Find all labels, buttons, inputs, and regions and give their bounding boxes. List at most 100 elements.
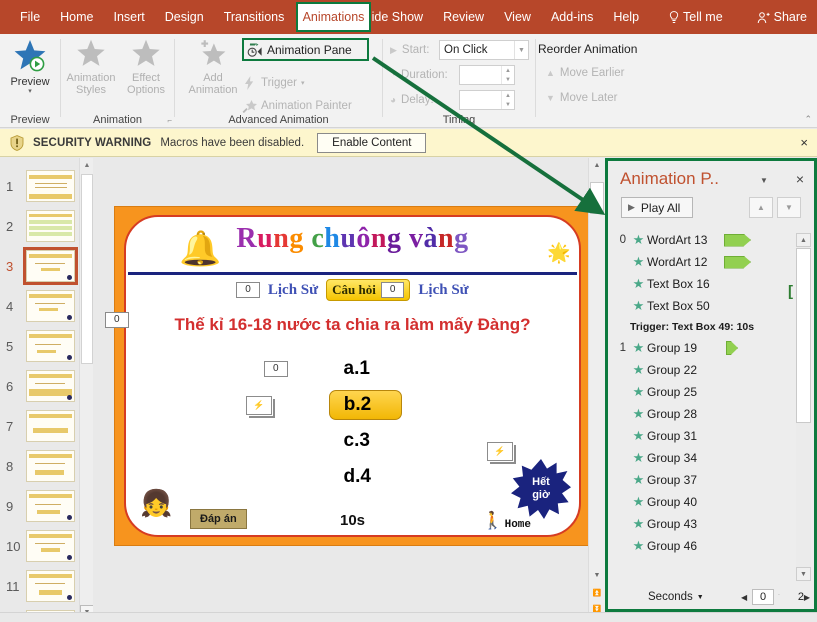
timeline-scroll-left-icon[interactable]: ◀ xyxy=(741,593,747,602)
thumbnail-scroll-up-icon[interactable]: ▲ xyxy=(80,158,94,173)
enable-content-button[interactable]: Enable Content xyxy=(317,133,426,153)
nav-label-left[interactable]: Lịch Sử xyxy=(268,282,318,299)
ribbon-tab-bar: File Home Insert Design Transitions Slid… xyxy=(0,0,817,34)
duration-spin-down-icon[interactable]: ▼ xyxy=(501,75,514,84)
animation-duration-bar[interactable] xyxy=(724,234,751,247)
thumbnail-item-2[interactable]: 2 xyxy=(6,210,75,242)
animation-move-down-button[interactable]: ▼ xyxy=(777,197,801,218)
animation-scroll-thumb[interactable] xyxy=(796,248,811,423)
delay-spinner[interactable]: ▲ ▼ xyxy=(459,90,515,110)
animation-list-item[interactable]: ★ WordArt 12 xyxy=(608,251,785,273)
animation-list-item[interactable]: ★ Group 37 xyxy=(608,469,785,491)
animation-list-scrollbar[interactable]: ▲ ▼ xyxy=(796,233,811,581)
option-a-counter[interactable]: 0 xyxy=(264,361,288,377)
animation-list-item[interactable]: ★ Group 40 xyxy=(608,491,785,513)
animation-list-item[interactable]: ★ Group 46 xyxy=(608,535,785,557)
start-chevron-down-icon[interactable]: ▼ xyxy=(514,41,528,59)
thumbnail-item-6[interactable]: 6 xyxy=(6,370,75,402)
nav-counter-left[interactable]: 0 xyxy=(236,282,260,298)
cauhoi-counter[interactable]: 0 xyxy=(381,282,405,298)
previous-slide-icon[interactable]: ⏫ xyxy=(589,586,605,600)
animation-duration-bar[interactable] xyxy=(726,341,738,355)
tab-animations[interactable]: Animations xyxy=(296,2,371,32)
option-b[interactable]: b.2 xyxy=(329,390,402,420)
move-earlier-button[interactable]: ▲ Move Earlier xyxy=(546,67,624,79)
animation-list[interactable]: 0 ★ WordArt 13 ★ WordArt 12 ★ Text Box 1… xyxy=(608,229,785,581)
animation-list-item[interactable]: ★ Group 43 xyxy=(608,513,785,535)
delay-spin-down-icon[interactable]: ▼ xyxy=(501,100,514,109)
animation-list-item[interactable]: ★ Group 25 xyxy=(608,381,785,403)
thumbnail-item-3[interactable]: 3 xyxy=(6,250,75,282)
cauhoi-badge[interactable]: Câu hỏi 0 xyxy=(326,279,410,301)
animation-list-item[interactable]: ★ Group 34 xyxy=(608,447,785,469)
delay-spin-up-icon[interactable]: ▲ xyxy=(501,91,514,100)
thumbnail-image xyxy=(26,450,75,482)
animation-scroll-down-icon[interactable]: ▼ xyxy=(796,567,811,581)
preview-button[interactable]: Preview ▾ xyxy=(0,38,60,95)
animation-dialog-launcher[interactable]: ⌐ xyxy=(167,116,172,125)
thumbnail-item-7[interactable]: 7 xyxy=(6,410,75,442)
animation-painter-button[interactable]: Animation Painter xyxy=(242,96,352,116)
thumbnail-item-11[interactable]: 11 xyxy=(6,570,75,602)
animation-list-item[interactable]: ★ Text Box 50 xyxy=(608,295,785,317)
add-animation-button[interactable]: Add Animation xyxy=(183,38,243,96)
trigger-marker-icon-b[interactable]: ⚡ xyxy=(246,396,272,415)
thumbnail-item-5[interactable]: 5 xyxy=(6,330,75,362)
tab-transitions[interactable]: Transitions xyxy=(214,3,295,31)
thumbnail-scroll-thumb[interactable] xyxy=(81,174,93,364)
outside-counter-box[interactable]: 0 xyxy=(105,312,129,328)
animation-duration-bar[interactable] xyxy=(724,256,751,269)
canvas-scrollbar[interactable]: ▲ ▼ ⏫ ⏬ xyxy=(588,158,605,622)
animation-pane-button[interactable]: Animation Pane xyxy=(242,38,369,61)
slide-editing-surface[interactable]: 🔔 🌟 Rung chuông vàng Rung chuông vàng 0 … xyxy=(114,206,591,546)
option-c[interactable]: c.3 xyxy=(344,430,388,452)
duration-spinner[interactable]: ▲ ▼ xyxy=(459,65,515,85)
tab-add-ins[interactable]: Add-ins xyxy=(541,3,603,31)
animation-list-item[interactable]: 1 ★ Group 19 xyxy=(608,337,785,359)
start-combobox[interactable]: On Click ▼ xyxy=(439,40,529,60)
thumbnail-scrollbar[interactable]: ▲ ▼ xyxy=(79,158,93,622)
animation-list-item[interactable]: ★ Group 31 xyxy=(608,425,785,447)
trigger-button[interactable]: Trigger ▾ xyxy=(242,73,305,93)
option-d[interactable]: d.4 xyxy=(344,466,388,488)
effect-options-button[interactable]: Effect Options xyxy=(116,38,176,96)
animation-pane-close-icon[interactable]: × xyxy=(796,171,804,187)
security-warning-close-icon[interactable]: × xyxy=(800,135,808,150)
tab-help[interactable]: Help xyxy=(603,3,649,31)
play-all-button[interactable]: ▶ Play All xyxy=(621,197,693,218)
animation-scroll-up-icon[interactable]: ▲ xyxy=(796,233,811,247)
duration-spin-up-icon[interactable]: ▲ xyxy=(501,66,514,75)
animation-list-item[interactable]: ★ Group 28 xyxy=(608,403,785,425)
tab-home[interactable]: Home xyxy=(50,3,103,31)
animation-list-item[interactable]: ★ Text Box 16 xyxy=(608,273,785,295)
tab-review[interactable]: Review xyxy=(433,3,494,31)
tab-design[interactable]: Design xyxy=(155,3,214,31)
thumbnail-item-1[interactable]: 1 xyxy=(6,170,75,202)
tab-insert[interactable]: Insert xyxy=(104,3,155,31)
thumbnail-item-9[interactable]: 9 xyxy=(6,490,75,522)
nav-label-right[interactable]: Lịch Sử xyxy=(418,282,468,299)
thumbnail-item-4[interactable]: 4 xyxy=(6,290,75,322)
move-later-button[interactable]: ▼ Move Later xyxy=(546,92,617,104)
option-a[interactable]: a.1 xyxy=(344,358,388,380)
canvas-scroll-up-icon[interactable]: ▲ xyxy=(589,158,605,172)
animation-styles-button[interactable]: Animation Styles xyxy=(61,38,121,96)
thumbnail-item-8[interactable]: 8 xyxy=(6,450,75,482)
animation-list-item[interactable]: 0 ★ WordArt 13 xyxy=(608,229,785,251)
home-button[interactable]: 🚶 Home xyxy=(482,511,531,531)
thumbnail-item-10[interactable]: 10 xyxy=(6,530,75,562)
trigger-marker-icon-right[interactable]: ⚡ xyxy=(487,442,513,461)
tab-view[interactable]: View xyxy=(494,3,541,31)
timeline-scroll-right-icon[interactable]: ▶ xyxy=(804,593,810,602)
animation-pane-menu-chevron-down-icon[interactable]: ▼ xyxy=(760,176,768,185)
seconds-dropdown[interactable]: Seconds ▼ xyxy=(648,591,704,603)
ribbon-collapse-icon[interactable]: ⌃ xyxy=(804,114,812,125)
share-button[interactable]: Share xyxy=(747,3,817,31)
canvas-scroll-thumb[interactable] xyxy=(590,182,604,214)
tell-me-button[interactable]: Tell me xyxy=(659,3,733,31)
animation-list-item[interactable]: ★ Group 22 xyxy=(608,359,785,381)
tab-file[interactable]: File xyxy=(10,3,50,31)
canvas-scroll-down-icon[interactable]: ▼ xyxy=(589,568,605,582)
animation-move-up-button[interactable]: ▲ xyxy=(749,197,773,218)
preview-caret-icon[interactable]: ▾ xyxy=(28,88,32,95)
